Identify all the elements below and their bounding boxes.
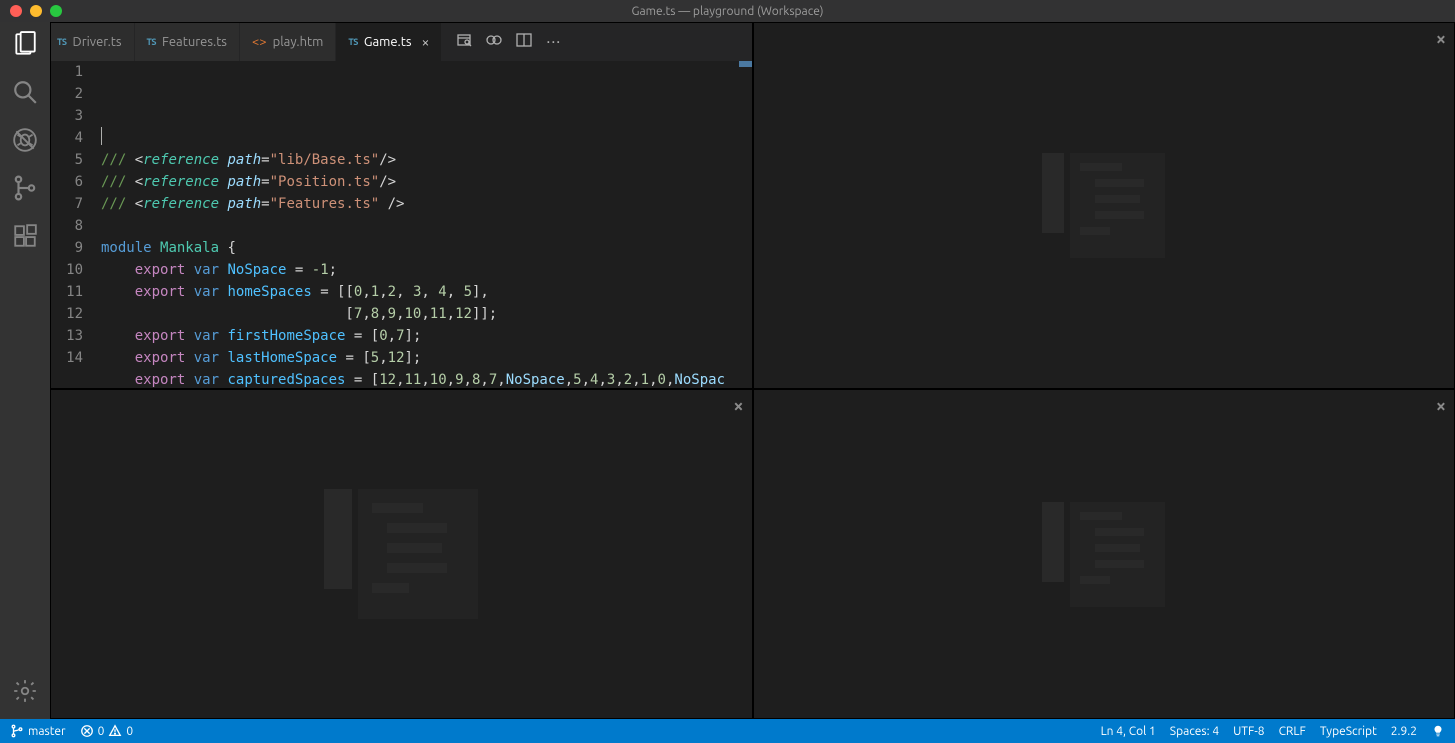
editor-pane-3[interactable]: × (50, 389, 753, 719)
close-pane-icon[interactable]: × (733, 396, 743, 416)
encoding-status[interactable]: UTF-8 (1233, 725, 1264, 738)
tab-label: play.htm (273, 35, 324, 49)
tab-bar: TS Driver.ts TS Features.ts <> play.htm … (51, 23, 752, 61)
activity-bar (0, 22, 50, 719)
empty-editor-placeholder (1042, 153, 1165, 258)
code-content[interactable]: /// <reference path="lib/Base.ts"/>/// <… (101, 61, 752, 388)
close-pane-icon[interactable]: × (1436, 396, 1446, 416)
git-branch-status[interactable]: master (10, 724, 66, 738)
cursor-position-status[interactable]: Ln 4, Col 1 (1101, 725, 1156, 738)
code-editor[interactable]: 1234567891011121314 /// <reference path=… (51, 61, 752, 388)
source-control-icon[interactable] (11, 174, 39, 202)
tab-driver[interactable]: TS Driver.ts (51, 23, 135, 61)
overview-ruler-marker (739, 61, 752, 67)
search-icon[interactable] (11, 78, 39, 106)
window-title: Game.ts — playground (Workspace) (0, 5, 1455, 18)
html-icon: <> (252, 35, 267, 49)
indentation-status[interactable]: Spaces: 4 (1170, 725, 1219, 738)
open-preview-icon[interactable] (456, 32, 472, 52)
titlebar: Game.ts — playground (Workspace) (0, 0, 1455, 22)
eol-status[interactable]: CRLF (1279, 725, 1306, 738)
close-window-button[interactable] (10, 5, 22, 17)
editor-grid: TS Driver.ts TS Features.ts <> play.htm … (50, 22, 1455, 719)
editor-pane-1: TS Driver.ts TS Features.ts <> play.htm … (50, 22, 753, 389)
typescript-version-status[interactable]: 2.9.2 (1391, 725, 1417, 738)
explorer-icon[interactable] (11, 30, 39, 58)
empty-editor-placeholder (1042, 502, 1165, 607)
error-count: 0 (98, 725, 105, 738)
debug-icon[interactable] (11, 126, 39, 154)
feedback-icon[interactable] (1431, 724, 1445, 738)
window-controls (0, 5, 62, 17)
typescript-icon: TS (348, 37, 358, 47)
problems-status[interactable]: 0 0 (80, 724, 134, 738)
tab-features[interactable]: TS Features.ts (135, 23, 240, 61)
tab-actions: ··· (446, 23, 571, 61)
branch-name: master (28, 725, 66, 738)
tab-label: Features.ts (162, 35, 227, 49)
typescript-icon: TS (57, 37, 67, 47)
status-bar: master 0 0 Ln 4, Col 1 Spaces: 4 UTF-8 C… (0, 719, 1455, 743)
split-editor-icon[interactable] (516, 32, 532, 52)
tab-label: Driver.ts (73, 35, 122, 49)
empty-editor-placeholder (324, 489, 478, 619)
tab-play-htm[interactable]: <> play.htm (240, 23, 336, 61)
line-number-gutter: 1234567891011121314 (51, 61, 101, 388)
editor-pane-4[interactable]: × (753, 389, 1455, 719)
language-mode-status[interactable]: TypeScript (1320, 725, 1377, 738)
zoom-window-button[interactable] (50, 5, 62, 17)
tab-game[interactable]: TS Game.ts × (336, 23, 442, 61)
close-pane-icon[interactable]: × (1436, 29, 1446, 49)
close-tab-icon[interactable]: × (422, 34, 430, 50)
minimize-window-button[interactable] (30, 5, 42, 17)
settings-gear-icon[interactable] (11, 677, 39, 705)
text-cursor (101, 127, 102, 145)
compare-changes-icon[interactable] (486, 32, 502, 52)
more-actions-icon[interactable]: ··· (546, 33, 561, 51)
tab-label: Game.ts (364, 35, 412, 49)
extensions-icon[interactable] (11, 222, 39, 250)
typescript-icon: TS (147, 37, 157, 47)
warning-count: 0 (126, 725, 133, 738)
editor-pane-2[interactable]: × (753, 22, 1455, 389)
